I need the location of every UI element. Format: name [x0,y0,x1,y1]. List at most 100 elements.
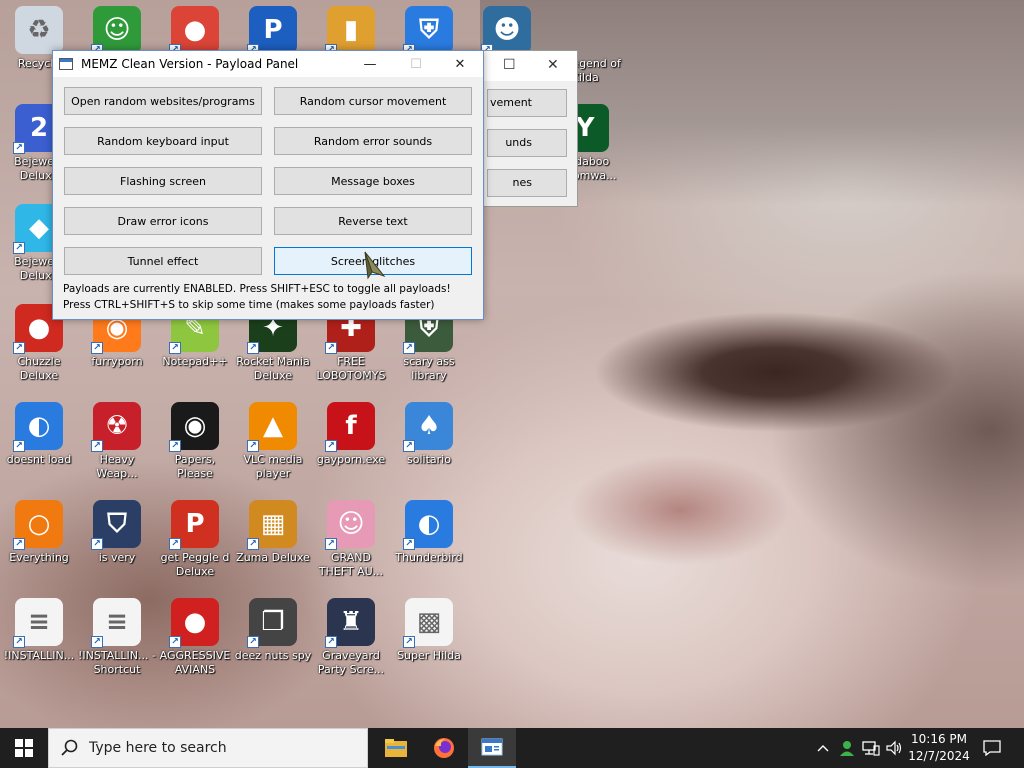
payload-button[interactable]: unds [487,129,567,157]
desktop-icon[interactable]: ⛉ ↗ is very [78,496,156,592]
draw-error-icons-button[interactable]: Draw error icons [64,207,262,235]
app-icon: ☺↗ [91,6,141,56]
desktop-icon[interactable]: ◐ ↗ doesnt load [0,398,78,494]
desktop-icon-label: solitario [407,453,451,466]
desktop-icon[interactable]: ♜ ↗ Graveyard Party Scre... [312,594,390,690]
shortcut-arrow-icon: ↗ [325,440,337,452]
desktop-icon[interactable]: ▦ ↗ Zuma Deluxe [234,496,312,592]
payload-button[interactable]: vement [487,89,567,117]
tray-volume[interactable] [884,728,906,768]
shortcut-arrow-icon: ↗ [13,636,25,648]
app-icon: ☢ ↗ [91,402,141,452]
shortcut-arrow-icon: ↗ [91,538,103,550]
desktop-icon-label: doesnt load [6,453,72,466]
app-icon: ◉ ↗ [169,402,219,452]
taskbar-file-explorer[interactable] [372,728,420,768]
windows-logo-icon [15,739,33,757]
shortcut-arrow-icon: ↗ [247,636,259,648]
shortcut-arrow-icon: ↗ [403,538,415,550]
start-button[interactable] [0,728,48,768]
show-hidden-icons-chevron[interactable] [812,728,834,768]
notification-icon [983,740,1001,756]
app-icon: ●↗ [169,598,219,648]
message-boxes-button[interactable]: Message boxes [274,167,472,195]
desktop-icon-label: is very [98,551,136,564]
search-input[interactable] [89,740,359,756]
maximize-icon[interactable]: ☐ [393,51,439,77]
desktop-icon[interactable]: ♠ ↗ solitario [390,398,468,494]
desktop-icon[interactable]: ☢ ↗ Heavy Weap... [78,398,156,494]
mouse-cursor-icon [364,251,386,280]
tray-user-app[interactable] [836,728,858,768]
desktop-icon-label: gayporn.exe [316,453,386,466]
app-icon: ❐ ↗ [247,598,297,648]
flashing-screen-button[interactable]: Flashing screen [64,167,262,195]
desktop-icon[interactable]: ▩ ↗ Super Hilda [390,594,468,690]
shortcut-arrow-icon: ↗ [403,636,415,648]
app-icon: ☻↗ [481,6,531,56]
taskbar: 10:16 PM 12/7/2024 [0,728,1024,768]
taskbar-clock[interactable]: 10:16 PM 12/7/2024 [906,731,972,765]
app-icon: ⛨↗ [403,6,453,56]
desktop-icon[interactable]: ○ ↗ Everything [0,496,78,592]
random-cursor-movement-button[interactable]: Random cursor movement [274,87,472,115]
desktop-icon-label: Papers, Please [174,453,216,480]
volume-icon [886,740,902,756]
action-center-button[interactable] [978,728,1006,768]
payload-button-label: unds [505,136,532,149]
desktop-icon-label: VLC media player [243,453,303,480]
minimize-icon[interactable]: — [347,51,393,77]
desktop-icon[interactable]: ▲ ↗ VLC media player [234,398,312,494]
network-icon [862,741,880,756]
app-icon: ♜ ↗ [325,598,375,648]
shortcut-arrow-icon: ↗ [247,538,259,550]
search-icon [61,739,78,756]
desktop-icon[interactable]: f ↗ gayporn.exe [312,398,390,494]
desktop-icon[interactable]: ≡ ↗ !INSTALLIN... - Shortcut [78,594,156,690]
random-keyboard-input-button[interactable]: Random keyboard input [64,127,262,155]
app-icon: P↗ [169,500,219,550]
payload-panel-window[interactable]: MEMZ Clean Version - Payload Panel — ☐ ✕… [52,50,484,320]
desktop-icon-label: !INSTALLIN... [3,649,75,662]
clock-date: 12/7/2024 [908,749,970,763]
desktop-icon[interactable]: ☺ ↗ GRAND THEFT AU... [312,496,390,592]
desktop-icon[interactable]: P ↗ get Peggle d Deluxe [156,496,234,592]
chevron-up-icon [817,745,829,752]
maximize-icon[interactable]: ☐ [503,57,516,73]
app-icon: f ↗ [325,402,375,452]
background-window[interactable]: ☐ ✕ vement unds nes [478,50,578,207]
desktop-icon-label: furryporn [91,355,143,368]
reverse-text-button[interactable]: Reverse text [274,207,472,235]
shortcut-arrow-icon: ↗ [91,636,103,648]
shortcut-arrow-icon: ↗ [403,440,415,452]
firefox-icon [434,738,454,758]
desktop-icon-label: AGGRESSIVE AVIANS [159,649,231,676]
desktop-icon[interactable]: ≡ ↗ !INSTALLIN... [0,594,78,690]
desktop-icon[interactable]: ❐ ↗ deez nuts spy [234,594,312,690]
desktop-icon[interactable]: ◉ ↗ Papers, Please [156,398,234,494]
desktop-icon[interactable]: ● ↗ AGGRESSIVE AVIANS [156,594,234,690]
shortcut-arrow-icon: ↗ [13,538,25,550]
random-error-sounds-button[interactable]: Random error sounds [274,127,472,155]
taskbar-memz-app[interactable] [468,728,516,768]
app-icon: ●↗ [169,6,219,56]
desktop-icon-label: Heavy Weap... [96,453,138,480]
shortcut-arrow-icon: ↗ [247,342,259,354]
window-titlebar[interactable]: MEMZ Clean Version - Payload Panel — ☐ ✕ [53,51,483,77]
background-window-titlebar[interactable]: ☐ ✕ [479,51,577,81]
close-icon[interactable]: ✕ [437,51,483,77]
app-icon: ◐ ↗ [13,402,63,452]
close-icon[interactable]: ✕ [547,57,559,73]
desktop-icon[interactable]: ◐ ↗ Thunderbird [390,496,468,592]
app-icon: P↗ [247,6,297,56]
shortcut-arrow-icon: ↗ [13,440,25,452]
taskbar-search-box[interactable] [48,728,368,768]
payload-button[interactable]: nes [487,169,567,197]
shortcut-arrow-icon: ↗ [169,636,181,648]
open-random-websites-button[interactable]: Open random websites/programs [64,87,262,115]
tray-network[interactable] [860,728,882,768]
desktop-icon-label: Rocket Mania Deluxe [236,355,310,382]
tunnel-effect-button[interactable]: Tunnel effect [64,247,262,275]
taskbar-firefox[interactable] [420,728,468,768]
app-icon: ♠ ↗ [403,402,453,452]
